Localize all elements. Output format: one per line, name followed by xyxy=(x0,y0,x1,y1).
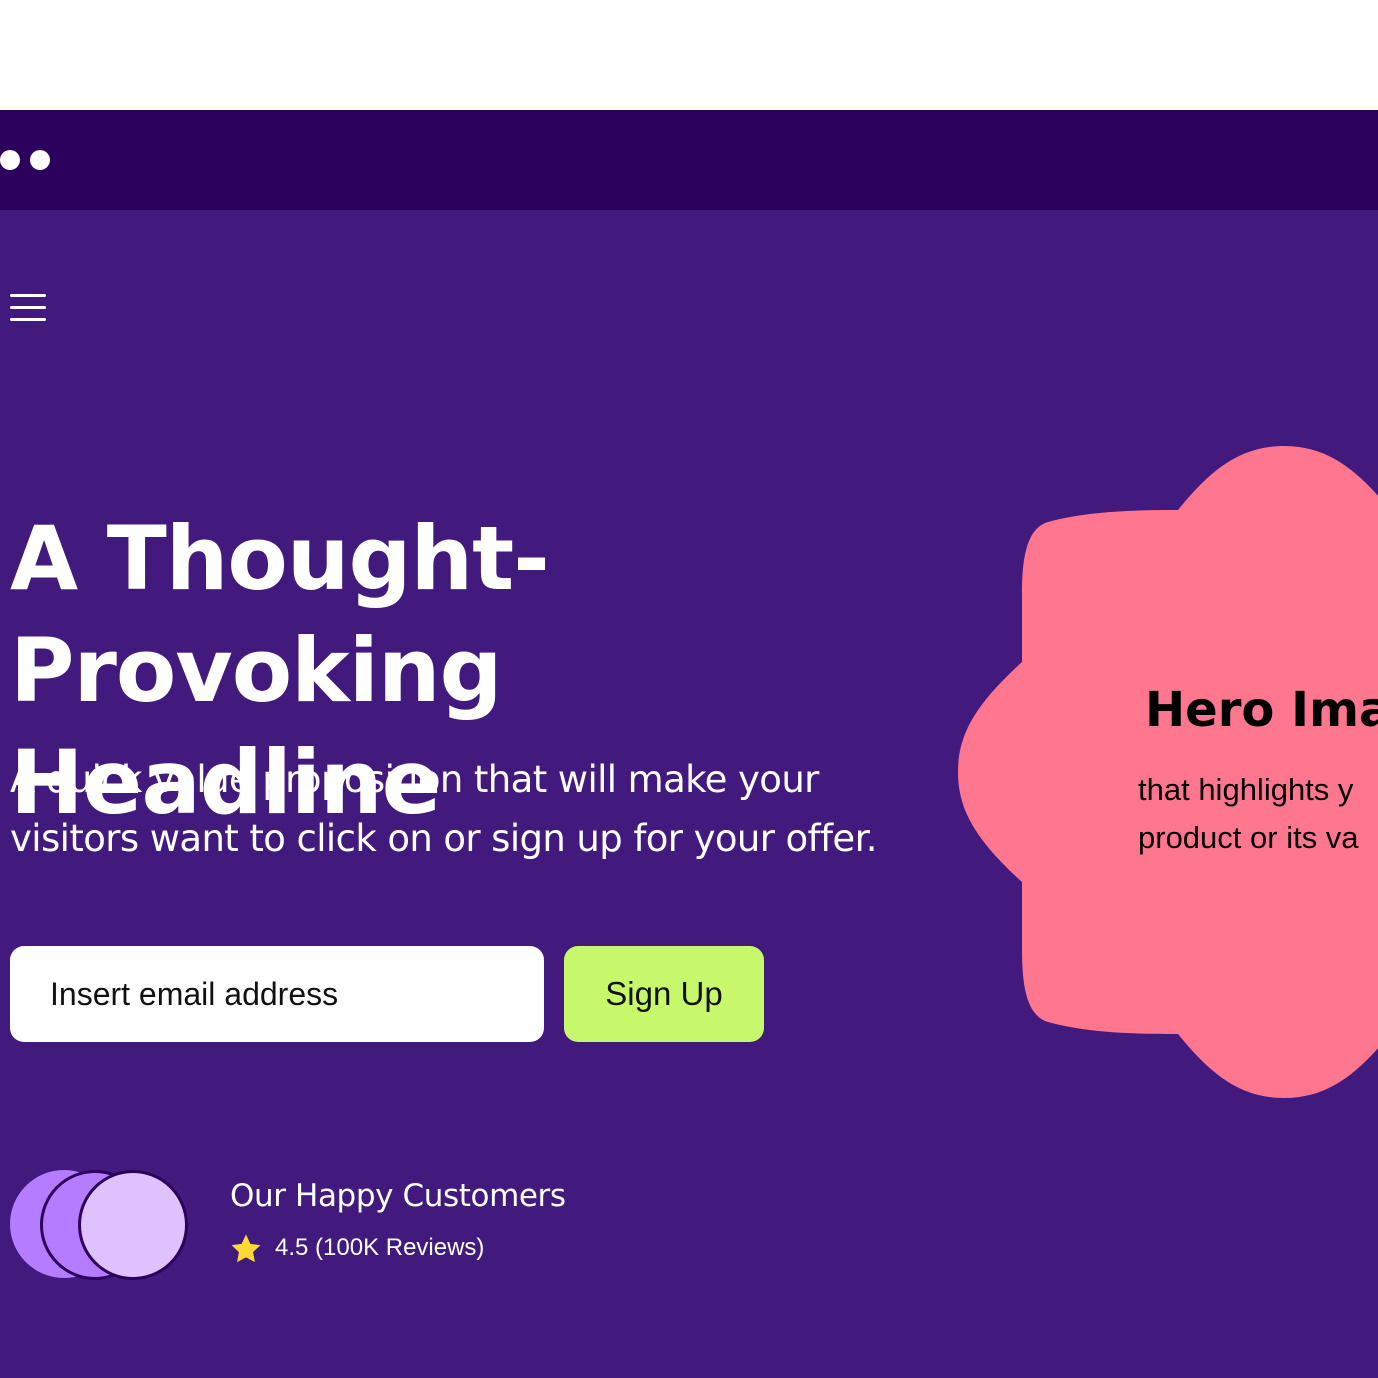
customers-title: Our Happy Customers xyxy=(230,1178,566,1214)
rating-text: 4.5 (100K Reviews) xyxy=(275,1234,485,1261)
value-proposition-line-2: visitors want to click on or sign up for… xyxy=(10,817,878,860)
browser-top-bar xyxy=(0,110,1378,210)
window-dot-icon xyxy=(0,150,20,170)
hero-caption-line-1: that highlights y xyxy=(1138,772,1354,807)
hero-image-title: Hero Imag xyxy=(1145,682,1378,738)
hamburger-menu-icon[interactable] xyxy=(10,294,46,324)
customer-avatars xyxy=(10,1170,200,1280)
window-dot-icon xyxy=(30,150,50,170)
page-canvas: A Thought- Provoking Headline A quick va… xyxy=(0,0,1378,1378)
hero-image-caption: that highlights y product or its va xyxy=(1138,766,1359,862)
star-icon xyxy=(231,1234,261,1263)
value-proposition: A quick value proposition that will make… xyxy=(10,750,910,868)
headline-line-1: A Thought- xyxy=(10,507,550,610)
email-input[interactable] xyxy=(10,946,544,1042)
hero-caption-line-2: product or its va xyxy=(1138,820,1359,855)
value-proposition-line-1: A quick value proposition that will make… xyxy=(10,758,819,801)
sign-up-button[interactable]: Sign Up xyxy=(564,946,764,1042)
avatar xyxy=(78,1170,188,1280)
